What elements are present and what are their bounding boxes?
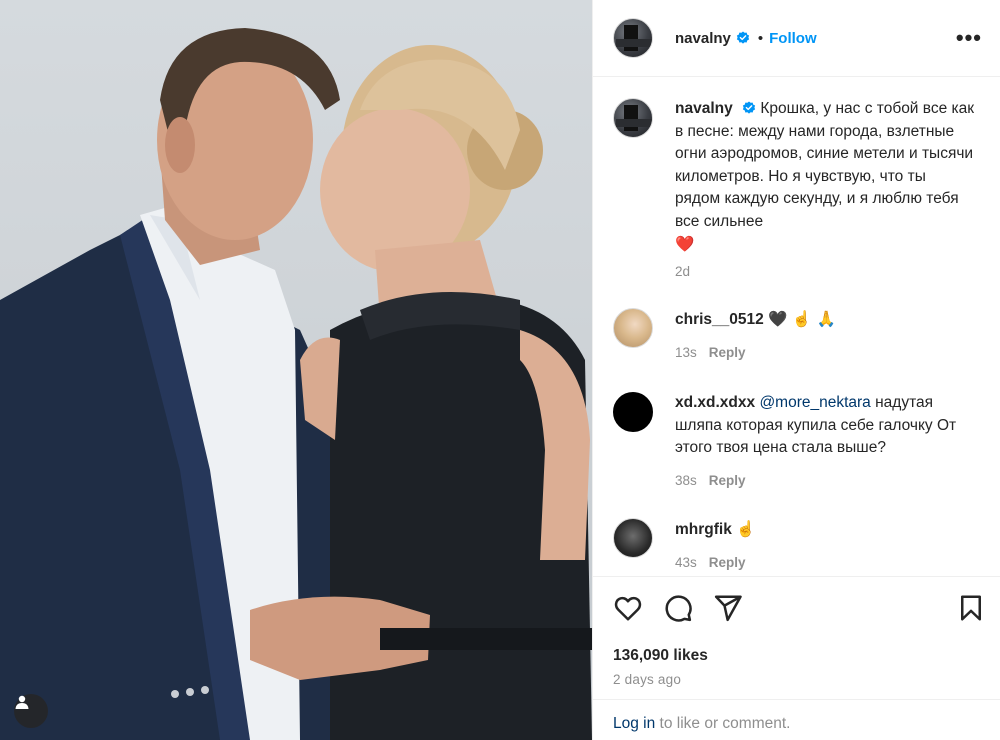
follow-button[interactable]: Follow bbox=[769, 30, 817, 47]
comment-username[interactable]: mhrgfik bbox=[675, 521, 732, 538]
caption-username[interactable]: navalny bbox=[675, 100, 733, 117]
like-count[interactable]: 136,090 likes bbox=[613, 647, 708, 665]
post-side-panel: navalny • Follow ••• navalny Крошка, у н… bbox=[592, 0, 1000, 740]
post-actions: 136,090 likes 2 days ago Log in to like … bbox=[593, 576, 1000, 740]
reply-button[interactable]: Reply bbox=[709, 473, 746, 488]
commenter-avatar[interactable] bbox=[613, 392, 653, 432]
verified-badge-icon bbox=[742, 101, 756, 114]
caption-row: navalny Крошка, у нас с тобой все как в … bbox=[613, 98, 984, 283]
more-options-button[interactable]: ••• bbox=[956, 27, 982, 49]
post-photo[interactable] bbox=[0, 0, 592, 740]
comment-item: chris__0512 🖤 ☝️ 🙏 13s Reply bbox=[613, 308, 984, 364]
photo-illustration bbox=[0, 28, 592, 740]
comment-time[interactable]: 38s bbox=[675, 473, 697, 488]
comment-icon[interactable] bbox=[663, 593, 693, 623]
header-separator: • bbox=[757, 29, 764, 47]
comment-username[interactable]: chris__0512 bbox=[675, 311, 764, 328]
login-link[interactable]: Log in bbox=[613, 715, 655, 732]
post-timestamp[interactable]: 2 days ago bbox=[613, 672, 681, 687]
comment-item: xd.xd.xdxx @more_nektara надутая шляпа к… bbox=[613, 392, 984, 492]
commenter-avatar[interactable] bbox=[613, 308, 653, 348]
verified-badge-icon bbox=[736, 31, 749, 44]
share-icon[interactable] bbox=[713, 593, 743, 623]
login-prompt: Log in to like or comment. bbox=[593, 699, 1000, 740]
comment-username[interactable]: xd.xd.xdxx bbox=[675, 394, 755, 411]
comment-mention[interactable]: @more_nektara bbox=[759, 394, 870, 411]
comment-time[interactable]: 13s bbox=[675, 345, 697, 360]
reply-button[interactable]: Reply bbox=[709, 555, 746, 570]
comment-time[interactable]: 43s bbox=[675, 555, 697, 570]
login-prompt-text: to like or comment. bbox=[655, 715, 791, 732]
comment-item: mhrgfik ☝️ 43s Reply bbox=[613, 518, 984, 574]
caption-time[interactable]: 2d bbox=[675, 264, 690, 279]
user-tag-icon bbox=[15, 695, 29, 709]
commenter-avatar[interactable] bbox=[613, 518, 653, 558]
caption-text: Крошка, у нас с тобой все как в песне: м… bbox=[675, 100, 975, 230]
user-tag-button[interactable] bbox=[14, 694, 48, 728]
author-username[interactable]: navalny bbox=[675, 30, 731, 47]
comment-text: ☝️ bbox=[736, 520, 756, 538]
caption-avatar[interactable] bbox=[613, 98, 653, 138]
reply-button[interactable]: Reply bbox=[709, 345, 746, 360]
heart-icon[interactable] bbox=[613, 593, 643, 623]
comment-text: 🖤 ☝️ 🙏 bbox=[768, 310, 836, 328]
post-header: navalny • Follow ••• bbox=[593, 0, 1000, 77]
bookmark-icon[interactable] bbox=[956, 593, 986, 623]
comments-section[interactable]: navalny Крошка, у нас с тобой все как в … bbox=[593, 78, 1000, 576]
author-avatar[interactable] bbox=[613, 18, 653, 58]
caption-heart-emoji: ❤️ bbox=[675, 235, 695, 253]
